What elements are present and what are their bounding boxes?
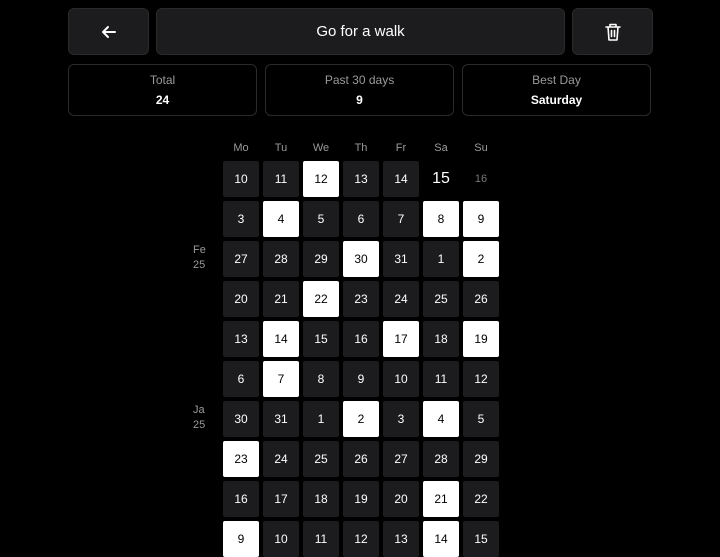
day-cell-completed[interactable]: 4 bbox=[423, 401, 459, 437]
weekday-header: Tu bbox=[274, 142, 288, 154]
day-cell[interactable]: 11 bbox=[423, 361, 459, 397]
day-cell[interactable]: 28 bbox=[423, 441, 459, 477]
day-cell[interactable]: 26 bbox=[463, 281, 499, 317]
day-cell-future: 16 bbox=[474, 173, 488, 185]
day-cell[interactable]: 20 bbox=[383, 481, 419, 517]
day-cell[interactable]: 13 bbox=[223, 321, 259, 357]
day-cell-completed[interactable]: 7 bbox=[263, 361, 299, 397]
day-cell[interactable]: 28 bbox=[263, 241, 299, 277]
day-cell-completed[interactable]: 22 bbox=[303, 281, 339, 317]
day-cell-completed[interactable]: 19 bbox=[463, 321, 499, 357]
day-cell[interactable]: 3 bbox=[383, 401, 419, 437]
day-cell[interactable]: 15 bbox=[303, 321, 339, 357]
day-cell[interactable]: 6 bbox=[343, 201, 379, 237]
trash-icon bbox=[604, 23, 621, 41]
day-cell-today[interactable]: 15 bbox=[423, 161, 459, 197]
month-label-name: Ja bbox=[193, 404, 205, 416]
day-cell[interactable]: 5 bbox=[303, 201, 339, 237]
day-cell[interactable]: 23 bbox=[343, 281, 379, 317]
arrow-left-icon bbox=[101, 25, 116, 38]
day-cell[interactable]: 11 bbox=[263, 161, 299, 197]
stat-best-label: Best Day bbox=[532, 73, 581, 87]
month-label-name: Fe bbox=[193, 244, 206, 256]
habit-title[interactable]: Go for a walk bbox=[156, 8, 565, 55]
day-cell[interactable]: 30 bbox=[223, 401, 259, 437]
day-cell-completed[interactable]: 9 bbox=[463, 201, 499, 237]
weekday-header: Mo bbox=[233, 142, 249, 154]
day-cell[interactable]: 11 bbox=[303, 521, 339, 557]
stat-best-value: Saturday bbox=[530, 93, 583, 107]
day-cell[interactable]: 14 bbox=[383, 161, 419, 197]
day-cell-completed[interactable]: 14 bbox=[423, 521, 459, 557]
habit-title-text: Go for a walk bbox=[316, 23, 405, 40]
day-cell[interactable]: 9 bbox=[343, 361, 379, 397]
day-cell[interactable]: 18 bbox=[303, 481, 339, 517]
month-label-year: 25 bbox=[193, 259, 206, 271]
day-cell[interactable]: 13 bbox=[383, 521, 419, 557]
day-cell[interactable]: 18 bbox=[423, 321, 459, 357]
stat-total: Total 24 bbox=[68, 64, 257, 116]
day-cell[interactable]: 21 bbox=[263, 281, 299, 317]
day-cell[interactable]: 12 bbox=[343, 521, 379, 557]
day-cell[interactable]: 27 bbox=[223, 241, 259, 277]
weekday-header: Fr bbox=[395, 142, 407, 154]
weekday-header: We bbox=[312, 142, 330, 154]
day-cell[interactable]: 5 bbox=[463, 401, 499, 437]
day-cell[interactable]: 10 bbox=[383, 361, 419, 397]
day-cell[interactable]: 20 bbox=[223, 281, 259, 317]
day-cell-completed[interactable]: 8 bbox=[423, 201, 459, 237]
day-cell-completed[interactable]: 21 bbox=[423, 481, 459, 517]
day-cell[interactable]: 10 bbox=[263, 521, 299, 557]
day-cell[interactable]: 1 bbox=[303, 401, 339, 437]
day-cell[interactable]: 25 bbox=[303, 441, 339, 477]
day-cell-completed[interactable]: 9 bbox=[223, 521, 259, 557]
day-cell[interactable]: 26 bbox=[343, 441, 379, 477]
day-cell-completed[interactable]: 2 bbox=[343, 401, 379, 437]
day-cell[interactable]: 25 bbox=[423, 281, 459, 317]
day-cell[interactable]: 10 bbox=[223, 161, 259, 197]
month-label: Fe 25 bbox=[193, 243, 211, 273]
stat-total-label: Total bbox=[149, 73, 176, 87]
day-cell[interactable]: 7 bbox=[383, 201, 419, 237]
weekday-header: Th bbox=[354, 142, 368, 154]
day-cell[interactable]: 24 bbox=[383, 281, 419, 317]
day-cell[interactable]: 19 bbox=[343, 481, 379, 517]
day-cell[interactable]: 31 bbox=[383, 241, 419, 277]
day-cell[interactable]: 8 bbox=[303, 361, 339, 397]
day-cell[interactable]: 17 bbox=[263, 481, 299, 517]
day-cell[interactable]: 22 bbox=[463, 481, 499, 517]
day-cell[interactable]: 31 bbox=[263, 401, 299, 437]
stat-past-label: Past 30 days bbox=[324, 73, 395, 87]
day-cell-completed[interactable]: 12 bbox=[303, 161, 339, 197]
day-cell-completed[interactable]: 4 bbox=[263, 201, 299, 237]
day-cell[interactable]: 29 bbox=[303, 241, 339, 277]
stat-past-30-days: Past 30 days 9 bbox=[265, 64, 454, 116]
day-cell[interactable]: 1 bbox=[423, 241, 459, 277]
day-cell-completed[interactable]: 23 bbox=[223, 441, 259, 477]
delete-button[interactable] bbox=[572, 8, 653, 55]
day-cell[interactable]: 15 bbox=[463, 521, 499, 557]
day-cell-completed[interactable]: 2 bbox=[463, 241, 499, 277]
weekday-header: Su bbox=[474, 142, 488, 154]
day-cell[interactable]: 16 bbox=[223, 481, 259, 517]
day-cell-completed[interactable]: 30 bbox=[343, 241, 379, 277]
day-cell[interactable]: 6 bbox=[223, 361, 259, 397]
day-cell[interactable]: 27 bbox=[383, 441, 419, 477]
day-cell-completed[interactable]: 14 bbox=[263, 321, 299, 357]
stat-best-day: Best Day Saturday bbox=[462, 64, 651, 116]
month-label: Ja 25 bbox=[193, 403, 211, 433]
back-button[interactable] bbox=[68, 8, 149, 55]
day-cell[interactable]: 3 bbox=[223, 201, 259, 237]
day-cell-completed[interactable]: 17 bbox=[383, 321, 419, 357]
day-cell[interactable]: 13 bbox=[343, 161, 379, 197]
day-cell[interactable]: 16 bbox=[343, 321, 379, 357]
stat-total-value: 24 bbox=[155, 93, 170, 107]
day-cell[interactable]: 24 bbox=[263, 441, 299, 477]
stat-past-value: 9 bbox=[356, 93, 363, 107]
month-label-year: 25 bbox=[193, 419, 206, 431]
weekday-header: Sa bbox=[434, 142, 448, 154]
day-cell[interactable]: 29 bbox=[463, 441, 499, 477]
day-cell[interactable]: 12 bbox=[463, 361, 499, 397]
